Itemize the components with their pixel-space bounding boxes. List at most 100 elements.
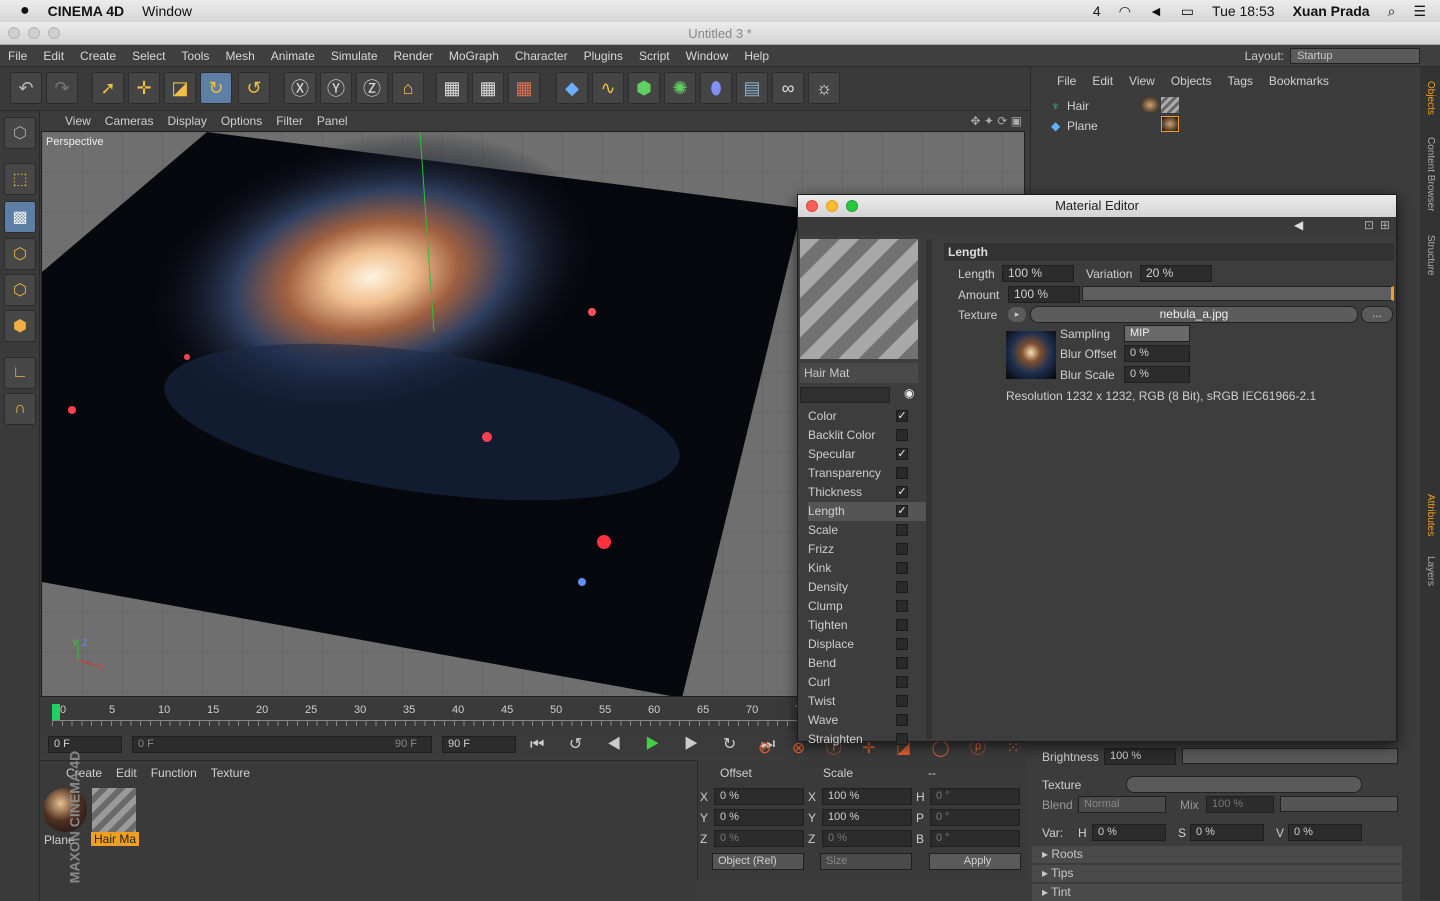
group-roots[interactable]: ▸ Roots xyxy=(1032,846,1402,863)
material-preview[interactable] xyxy=(800,239,918,359)
render-picture-viewer-icon[interactable]: ▦ xyxy=(472,72,504,104)
coord-v2-1[interactable]: 100 % xyxy=(822,809,912,826)
channel-checkbox[interactable]: ✓ xyxy=(896,486,908,498)
snap-icon[interactable]: ∩ xyxy=(4,393,36,425)
coord-v2-0[interactable]: 100 % xyxy=(822,788,912,805)
material-name-field[interactable] xyxy=(800,387,890,403)
channel-backlit-color[interactable]: Backlit Color xyxy=(808,426,926,445)
blur-scale-field[interactable]: 0 % xyxy=(1124,366,1190,383)
light-icon[interactable]: ☼ xyxy=(808,72,840,104)
apple-icon[interactable]: ● xyxy=(20,2,30,20)
redo-icon[interactable]: ↷ xyxy=(46,72,78,104)
channel-scrollbar[interactable] xyxy=(926,239,932,739)
end-frame-field[interactable]: 90 F xyxy=(442,736,516,753)
select-tool-icon[interactable]: ➚ xyxy=(92,72,124,104)
brightness-slider[interactable] xyxy=(1182,748,1398,764)
lock-icon[interactable]: ⊡ xyxy=(1364,218,1374,232)
channel-frizz[interactable]: Frizz xyxy=(808,540,926,559)
channel-specular[interactable]: Specular ✓ xyxy=(808,445,926,464)
channel-clump[interactable]: Clump xyxy=(808,597,926,616)
om-menu-edit[interactable]: Edit xyxy=(1092,74,1113,88)
mix-field[interactable]: 100 % xyxy=(1206,796,1274,813)
var-h-field[interactable]: 0 % xyxy=(1092,824,1166,841)
mix-slider[interactable] xyxy=(1280,796,1398,812)
channel-straighten[interactable]: Straighten xyxy=(808,730,926,749)
variation-field[interactable]: 20 % xyxy=(1140,265,1212,282)
om-menu-objects[interactable]: Objects xyxy=(1171,74,1212,88)
channel-color[interactable]: Color ✓ xyxy=(808,407,926,426)
recent-tool-icon[interactable]: ↺ xyxy=(238,72,270,104)
channel-twist[interactable]: Twist xyxy=(808,692,926,711)
make-editable-icon[interactable]: ⬡ xyxy=(4,117,36,149)
texture-file-slot[interactable]: nebula_a.jpg xyxy=(1030,306,1358,323)
menu-window[interactable]: Window xyxy=(678,49,737,63)
coord-size-select[interactable]: Size xyxy=(820,853,912,870)
polygons-mode-icon[interactable]: ⬢ xyxy=(4,310,36,342)
app-menu[interactable]: CINEMA 4D xyxy=(48,3,125,19)
menu-render[interactable]: Render xyxy=(386,49,441,63)
channel-density[interactable]: Density xyxy=(808,578,926,597)
var-v-field[interactable]: 0 % xyxy=(1288,824,1362,841)
playhead[interactable] xyxy=(52,704,60,720)
channel-tighten[interactable]: Tighten xyxy=(808,616,926,635)
channel-checkbox[interactable] xyxy=(896,676,908,688)
model-mode-icon[interactable]: ⬚ xyxy=(4,163,36,195)
cube-icon[interactable]: ◆ xyxy=(556,72,588,104)
channel-checkbox[interactable]: ✓ xyxy=(896,410,908,422)
hair-material-label[interactable]: Hair Ma xyxy=(91,832,140,846)
om-menu-tags[interactable]: Tags xyxy=(1228,74,1253,88)
render-view-icon[interactable]: ▦ xyxy=(436,72,468,104)
vp-navigation-icons[interactable]: ✥ ✦ ⟳ ▣ xyxy=(970,114,1022,128)
texture-slot-lower[interactable] xyxy=(1126,776,1362,793)
me-minimize-button[interactable] xyxy=(826,200,838,212)
mm-menu-function[interactable]: Function xyxy=(151,766,197,780)
menu-file[interactable]: File xyxy=(0,49,35,63)
sampling-select[interactable]: MIP xyxy=(1124,325,1190,342)
render-settings-icon[interactable]: ▦ xyxy=(508,72,540,104)
points-mode-icon[interactable]: ⬡ xyxy=(4,238,36,270)
vp-menu-view[interactable]: View xyxy=(58,114,98,128)
back-arrow-icon[interactable]: ◀ xyxy=(1294,218,1303,232)
object-plane[interactable]: Plane xyxy=(1067,119,1098,133)
me-close-button[interactable] xyxy=(806,200,818,212)
new-window-icon[interactable]: ⊞ xyxy=(1380,218,1390,232)
menu-simulate[interactable]: Simulate xyxy=(323,49,386,63)
channel-checkbox[interactable] xyxy=(896,543,908,555)
picker-icon[interactable]: ◉ xyxy=(904,386,914,400)
channel-checkbox[interactable] xyxy=(896,638,908,650)
input-indicator[interactable]: 4 xyxy=(1093,3,1101,19)
channel-displace[interactable]: Displace xyxy=(808,635,926,654)
hair-mat-tag-icon[interactable] xyxy=(1161,97,1179,113)
array-icon[interactable]: ✺ xyxy=(664,72,696,104)
user-name[interactable]: Xuan Prada xyxy=(1293,3,1370,19)
blur-offset-field[interactable]: 0 % xyxy=(1124,345,1190,362)
vp-menu-options[interactable]: Options xyxy=(214,114,269,128)
menu-mesh[interactable]: Mesh xyxy=(217,49,262,63)
subdivision-icon[interactable]: ⬢ xyxy=(628,72,660,104)
channel-checkbox[interactable] xyxy=(896,581,908,593)
playback-controls[interactable]: ⏮ ↺ ◀ ▶ ▶ ↻ ⏭ xyxy=(530,734,785,754)
amount-field[interactable]: 100 % xyxy=(1008,286,1080,303)
tab-layers[interactable]: Layers xyxy=(1420,551,1440,591)
coord-v1-1[interactable]: 0 % xyxy=(714,809,804,826)
object-hair[interactable]: Hair xyxy=(1067,99,1089,113)
channel-checkbox[interactable] xyxy=(896,600,908,612)
channel-length[interactable]: Length ✓ xyxy=(808,502,926,521)
channel-transparency[interactable]: Transparency xyxy=(808,464,926,483)
minimize-button[interactable] xyxy=(28,27,40,39)
deformer-icon[interactable]: ⬮ xyxy=(700,72,732,104)
spotlight-icon[interactable]: ⌕ xyxy=(1388,3,1396,20)
om-menu-view[interactable]: View xyxy=(1129,74,1155,88)
amount-slider[interactable] xyxy=(1082,286,1394,301)
spline-icon[interactable]: ∿ xyxy=(592,72,624,104)
channel-checkbox[interactable] xyxy=(896,619,908,631)
tab-objects[interactable]: Objects xyxy=(1420,73,1440,123)
menu-mograph[interactable]: MoGraph xyxy=(441,49,507,63)
coord-v1-0[interactable]: 0 % xyxy=(714,788,804,805)
channel-checkbox[interactable] xyxy=(896,467,908,479)
timeline-ruler[interactable]: 051015202530354045505560657075 xyxy=(40,700,807,732)
brightness-field[interactable]: 100 % xyxy=(1104,748,1176,765)
channel-checkbox[interactable] xyxy=(896,562,908,574)
menu-help[interactable]: Help xyxy=(736,49,777,63)
tab-attributes[interactable]: Attributes xyxy=(1420,485,1440,545)
